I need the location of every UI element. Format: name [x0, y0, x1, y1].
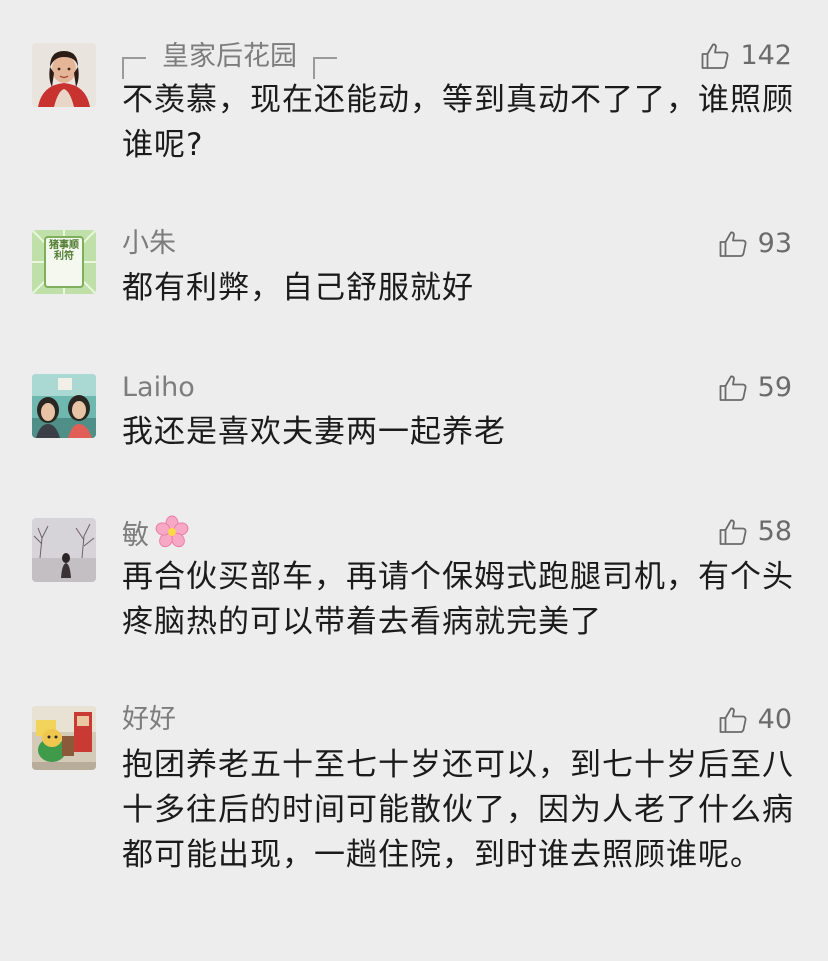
thumbs-up-icon	[719, 231, 747, 257]
thumbs-up-icon	[719, 519, 747, 545]
author-name[interactable]: Laiho	[122, 372, 195, 403]
thumbs-up-icon	[719, 375, 747, 401]
toy-avatar-icon	[32, 706, 96, 770]
frame-corner-icon	[313, 57, 337, 79]
comment-author[interactable]: 小朱	[122, 227, 176, 261]
comment-text: 我还是喜欢夫妻两一起养老	[122, 414, 506, 450]
comment-author[interactable]: Laiho	[122, 371, 195, 405]
like-count: 58	[757, 516, 792, 547]
like-count: 59	[757, 372, 792, 403]
like-button[interactable]: 93	[718, 227, 792, 261]
avatar-sign-text: 猪事顺利符	[49, 240, 79, 262]
avatar[interactable]	[32, 518, 96, 582]
thumbs-up-icon	[702, 43, 729, 69]
avatar[interactable]	[32, 43, 96, 107]
portrait-avatar-woman-icon	[32, 43, 96, 107]
avatar[interactable]: 猪事顺利符	[32, 230, 96, 294]
couple-photo-avatar-icon	[32, 374, 96, 438]
like-count: 40	[757, 704, 792, 735]
like-button[interactable]: 58	[718, 515, 792, 549]
comment-author[interactable]: 敏	[122, 515, 189, 558]
comment-text: 再合伙买部车，再请个保姆式跑腿司机，有个头疼脑热的可以带着去看病就完美了	[122, 559, 794, 640]
avatar[interactable]	[32, 706, 96, 770]
author-name[interactable]: 皇家后花园	[162, 41, 297, 72]
comment-text: 不羡慕，现在还能动，等到真动不了了，谁照顾谁呢?	[122, 82, 794, 163]
winter-scene-avatar-icon	[32, 518, 96, 582]
comment-text: 都有利弊，自己舒服就好	[122, 270, 474, 306]
comment-author[interactable]: 皇家后花园	[122, 40, 337, 79]
avatar[interactable]	[32, 374, 96, 438]
like-button[interactable]: 40	[718, 703, 792, 737]
comment-text: 抱团养老五十至七十岁还可以，到七十岁后至八十多往后的时间可能散伙了，因为人老了什…	[122, 747, 794, 873]
like-button[interactable]: 59	[718, 371, 792, 405]
like-button[interactable]: 142	[700, 39, 792, 73]
author-name[interactable]: 小朱	[122, 228, 176, 259]
like-count: 142	[740, 40, 792, 71]
like-count: 93	[757, 228, 792, 259]
frame-corner-icon	[122, 57, 146, 79]
author-name[interactable]: 敏	[122, 520, 149, 551]
comment-author[interactable]: 好好	[122, 703, 176, 737]
cherry-blossom-icon	[155, 515, 189, 558]
thumbs-up-icon	[719, 707, 747, 733]
author-name[interactable]: 好好	[122, 704, 176, 735]
comment-list: 皇家后花园 142 不羡慕，现在还能动，等到真动不了了，谁照顾谁呢? 猪事顺利符…	[0, 0, 828, 961]
